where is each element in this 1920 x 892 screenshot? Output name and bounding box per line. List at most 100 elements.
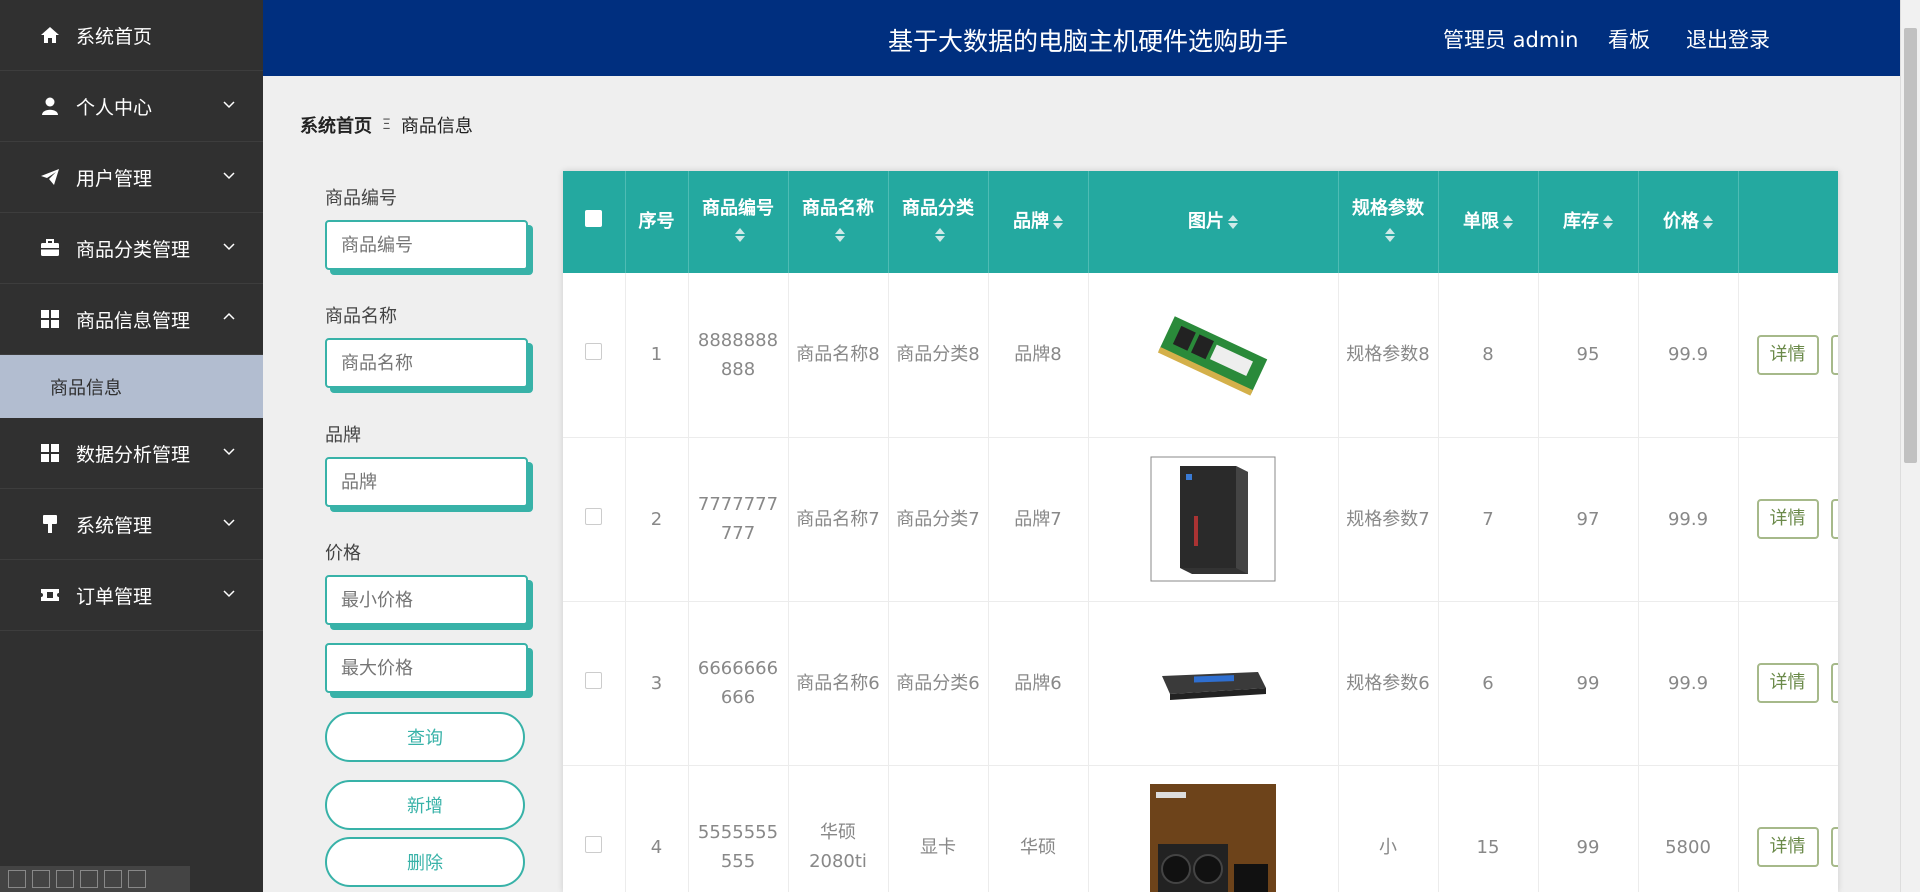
col-header-stock[interactable]: 库存 [1538, 171, 1639, 273]
sidebar-item-order-management[interactable]: 订单管理 [0, 560, 263, 631]
row-checkbox[interactable] [585, 507, 603, 525]
sidebar-item-category-management[interactable]: 商品分类管理 [0, 213, 263, 284]
briefcase-icon [40, 238, 60, 258]
cell-limit: 15 [1438, 765, 1539, 892]
cell-code: 5555555555 [688, 765, 789, 892]
cell-name: 商品名称8 [788, 273, 889, 438]
ime-toolbar[interactable] [0, 866, 190, 892]
row-select-cell [563, 601, 626, 766]
sidebar-item-data-analysis[interactable]: 数据分析管理 [0, 418, 263, 489]
code-filter-input[interactable] [325, 220, 528, 270]
grid-icon [40, 309, 60, 329]
sort-icon[interactable] [1053, 214, 1063, 230]
chevron-down-icon [223, 101, 235, 109]
detail-button[interactable]: 详情 [1756, 334, 1819, 375]
sort-icon[interactable] [1603, 214, 1613, 230]
ime-icon[interactable] [104, 870, 122, 888]
sort-icon[interactable] [1703, 214, 1713, 230]
sidebar-item-user-management[interactable]: 用户管理 [0, 142, 263, 213]
sidebar-subitem-product-info[interactable]: 商品信息 [0, 355, 263, 418]
min-price-input[interactable] [325, 575, 528, 625]
sort-icon[interactable] [1503, 214, 1513, 230]
cell-spec: 小 [1338, 765, 1439, 892]
name-filter-label: 商品名称 [325, 306, 397, 327]
col-header-price[interactable]: 价格 [1638, 171, 1739, 273]
sort-icon[interactable] [835, 227, 845, 243]
sidebar-item-label: 个人中心 [76, 96, 153, 119]
max-price-input[interactable] [325, 643, 528, 693]
sidebar-item-personal-center[interactable]: 个人中心 [0, 71, 263, 142]
cell-code: 7777777777 [688, 437, 789, 602]
pc-case-image[interactable] [1150, 456, 1276, 582]
col-header-image[interactable]: 图片 [1088, 171, 1339, 273]
chevron-down-icon [223, 243, 235, 251]
brand-filter-input[interactable] [325, 457, 528, 507]
ime-icon[interactable] [80, 870, 98, 888]
sort-icon[interactable] [1385, 227, 1395, 243]
sidebar-item-product-info-management[interactable]: 商品信息管理 [0, 284, 263, 355]
cell-brand: 品牌6 [988, 601, 1089, 766]
logout-link[interactable]: 退出登录 [1686, 24, 1770, 54]
ime-icon[interactable] [8, 870, 26, 888]
col-header-code[interactable]: 商品编号 [688, 171, 789, 273]
table-row: 2 7777777777 商品名称7 商品分类7 品牌7 规格参数7 7 97 … [563, 437, 1838, 602]
brand-filter-label: 品牌 [325, 425, 361, 446]
cell-price: 99.9 [1638, 273, 1739, 438]
edit-button[interactable] [1830, 663, 1837, 704]
breadcrumb-current: 商品信息 [400, 116, 473, 137]
col-header-actions [1738, 171, 1838, 273]
ime-icon[interactable] [128, 870, 146, 888]
breadcrumb-home[interactable]: 系统首页 [300, 112, 372, 138]
row-checkbox[interactable] [585, 835, 603, 853]
cell-stock: 95 [1538, 273, 1639, 438]
cell-price: 99.9 [1638, 601, 1739, 766]
cell-spec: 规格参数7 [1338, 437, 1439, 602]
cell-image [1088, 765, 1339, 892]
cell-name: 商品名称7 [788, 437, 889, 602]
cell-image [1088, 273, 1339, 438]
select-all-checkbox[interactable] [585, 210, 603, 227]
cell-index: 1 [625, 273, 689, 438]
sidebar-item-label: 商品分类管理 [76, 238, 191, 261]
cell-index: 2 [625, 437, 689, 602]
query-button[interactable]: 查询 [325, 712, 525, 762]
name-filter-input[interactable] [325, 338, 528, 388]
cell-limit: 6 [1438, 601, 1539, 766]
graphics-card-box-image[interactable] [1150, 784, 1276, 892]
sort-icon[interactable] [1228, 214, 1238, 230]
scrollbar-thumb[interactable] [1904, 28, 1917, 463]
sort-icon[interactable] [735, 227, 745, 243]
vertical-scrollbar[interactable] [1900, 0, 1920, 892]
top-header: 基于大数据的电脑主机硬件选购助手 管理员 admin 看板 退出登录 [263, 0, 1900, 76]
col-header-spec[interactable]: 规格参数 [1338, 171, 1439, 273]
cell-spec: 规格参数6 [1338, 601, 1439, 766]
ime-icon[interactable] [56, 870, 74, 888]
edit-button[interactable] [1830, 499, 1837, 540]
cell-name: 华硕2080ti [788, 765, 889, 892]
col-header-limit[interactable]: 单限 [1438, 171, 1539, 273]
board-link[interactable]: 看板 [1608, 24, 1650, 54]
cell-limit: 7 [1438, 437, 1539, 602]
sidebar-item-label: 系统首页 [76, 25, 153, 48]
col-header-category[interactable]: 商品分类 [888, 171, 989, 273]
ime-icon[interactable] [32, 870, 50, 888]
add-button[interactable]: 新增 [325, 780, 525, 830]
col-header-name[interactable]: 商品名称 [788, 171, 889, 273]
row-checkbox[interactable] [585, 343, 603, 361]
row-checkbox[interactable] [585, 671, 603, 689]
delete-button[interactable]: 删除 [325, 837, 525, 887]
detail-button[interactable]: 详情 [1756, 662, 1819, 703]
sidebar-item-system-management[interactable]: 系统管理 [0, 489, 263, 560]
price-filter-label: 价格 [325, 543, 361, 564]
home-icon [40, 25, 60, 45]
col-header-brand[interactable]: 品牌 [988, 171, 1089, 273]
detail-button[interactable]: 详情 [1756, 826, 1819, 867]
sort-icon[interactable] [935, 227, 945, 243]
detail-button[interactable]: 详情 [1756, 498, 1819, 539]
cell-brand: 品牌8 [988, 273, 1089, 438]
ram-module-image[interactable] [1150, 292, 1276, 418]
ssd-drive-image[interactable] [1150, 620, 1276, 746]
sidebar-item-home[interactable]: 系统首页 [0, 0, 263, 71]
edit-button[interactable] [1830, 827, 1837, 868]
edit-button[interactable] [1830, 335, 1837, 375]
